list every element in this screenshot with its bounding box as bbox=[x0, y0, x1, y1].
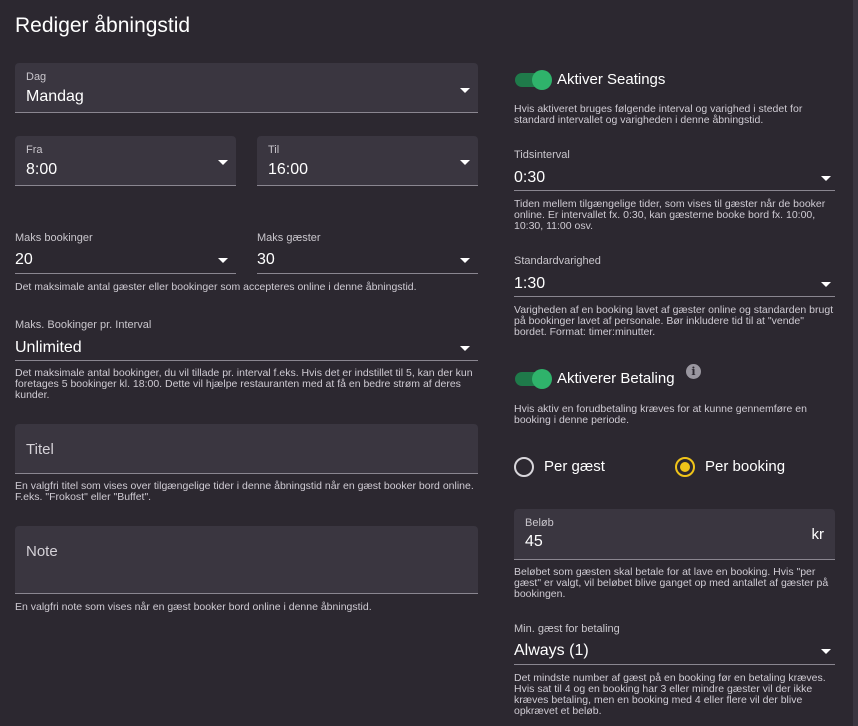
maks-help-text: Det maksimale antal gæster eller booking… bbox=[15, 281, 417, 293]
chevron-down-icon bbox=[821, 176, 831, 181]
titel-input[interactable]: Titel bbox=[15, 424, 478, 474]
standardvarighed-select[interactable]: Standardvarighed 1:30 bbox=[514, 255, 835, 297]
betaling-toggle[interactable] bbox=[515, 369, 552, 389]
tidsinterval-label: Tidsinterval bbox=[514, 149, 570, 161]
note-help-text: En valgfri note som vises når en gæst bo… bbox=[15, 601, 372, 613]
info-icon[interactable]: i bbox=[686, 364, 701, 379]
betaling-label: Aktiverer Betaling bbox=[557, 370, 675, 387]
titel-placeholder: Titel bbox=[26, 441, 54, 458]
min-gaest-value: Always (1) bbox=[514, 642, 589, 659]
min-gaest-help-text: Det mindste number af gæst på en booking… bbox=[514, 672, 826, 717]
per-gaest-radio[interactable] bbox=[514, 457, 534, 477]
chevron-down-icon bbox=[460, 258, 470, 263]
per-booking-radio[interactable] bbox=[675, 457, 695, 477]
fra-select[interactable]: Fra 8:00 bbox=[15, 136, 236, 186]
maks-gaester-select[interactable]: Maks gæster 30 bbox=[257, 232, 478, 274]
chevron-down-icon bbox=[460, 160, 470, 165]
maks-gaester-label: Maks gæster bbox=[257, 232, 321, 244]
standardvarighed-help-text: Varigheden af en booking lavet af gæster… bbox=[514, 304, 834, 338]
til-label: Til bbox=[268, 144, 280, 156]
fra-value: 8:00 bbox=[26, 161, 58, 178]
seatings-help-text: Hvis aktiveret bruges følgende interval … bbox=[514, 103, 803, 126]
til-select[interactable]: Til 16:00 bbox=[257, 136, 478, 186]
dag-select[interactable]: Dag Mandag bbox=[15, 63, 478, 113]
betaling-help-text: Hvis aktiv en forudbetaling kræves for a… bbox=[514, 403, 807, 426]
chevron-down-icon bbox=[460, 88, 470, 93]
maks-bookinger-label: Maks bookinger bbox=[15, 232, 93, 244]
interval-bookinger-value: Unlimited bbox=[15, 339, 82, 356]
chevron-down-icon bbox=[218, 258, 228, 263]
til-value: 16:00 bbox=[268, 161, 309, 178]
maks-gaester-value: 30 bbox=[257, 251, 275, 268]
page-title: Rediger åbningstid bbox=[15, 14, 191, 37]
beloeb-help-text: Beløbet som gæsten skal betale for at la… bbox=[514, 566, 829, 600]
dag-value: Mandag bbox=[26, 88, 84, 105]
beloeb-input[interactable]: Beløb 45 kr bbox=[514, 509, 835, 560]
per-booking-label: Per booking bbox=[705, 458, 786, 475]
interval-bookinger-select[interactable]: Maks. Bookinger pr. Interval Unlimited bbox=[15, 319, 478, 361]
per-gaest-label: Per gæst bbox=[544, 458, 605, 475]
tidsinterval-select[interactable]: Tidsinterval 0:30 bbox=[514, 149, 835, 191]
titel-help-text: En valgfri titel som vises over tilgænge… bbox=[15, 480, 474, 503]
fra-label: Fra bbox=[26, 144, 43, 156]
chevron-down-icon bbox=[821, 282, 831, 287]
standardvarighed-value: 1:30 bbox=[514, 275, 546, 292]
dag-label: Dag bbox=[26, 71, 47, 83]
min-gaest-label: Min. gæst for betaling bbox=[514, 623, 620, 635]
note-placeholder: Note bbox=[26, 543, 58, 560]
chevron-down-icon bbox=[218, 160, 228, 165]
interval-bookinger-label: Maks. Bookinger pr. Interval bbox=[15, 319, 152, 331]
beloeb-value: 45 bbox=[525, 533, 543, 550]
seatings-label: Aktiver Seatings bbox=[557, 71, 666, 88]
seatings-toggle[interactable] bbox=[515, 70, 552, 90]
maks-bookinger-value: 20 bbox=[15, 251, 33, 268]
currency-suffix: kr bbox=[811, 526, 825, 543]
tidsinterval-help-text: Tiden mellem tilgængelige tider, som vis… bbox=[514, 198, 826, 232]
note-input[interactable]: Note bbox=[15, 526, 478, 594]
chevron-down-icon bbox=[460, 346, 470, 351]
chevron-down-icon bbox=[821, 649, 831, 654]
toggle-knob bbox=[532, 369, 552, 389]
interval-bookinger-help-text: Det maksimale antal bookinger, du vil ti… bbox=[15, 367, 473, 401]
toggle-knob bbox=[532, 70, 552, 90]
scrollbar[interactable] bbox=[853, 0, 858, 726]
tidsinterval-value: 0:30 bbox=[514, 169, 546, 186]
maks-bookinger-select[interactable]: Maks bookinger 20 bbox=[15, 232, 236, 274]
beloeb-label: Beløb bbox=[525, 517, 554, 529]
min-gaest-select[interactable]: Min. gæst for betaling Always (1) bbox=[514, 623, 835, 665]
standardvarighed-label: Standardvarighed bbox=[514, 255, 601, 267]
